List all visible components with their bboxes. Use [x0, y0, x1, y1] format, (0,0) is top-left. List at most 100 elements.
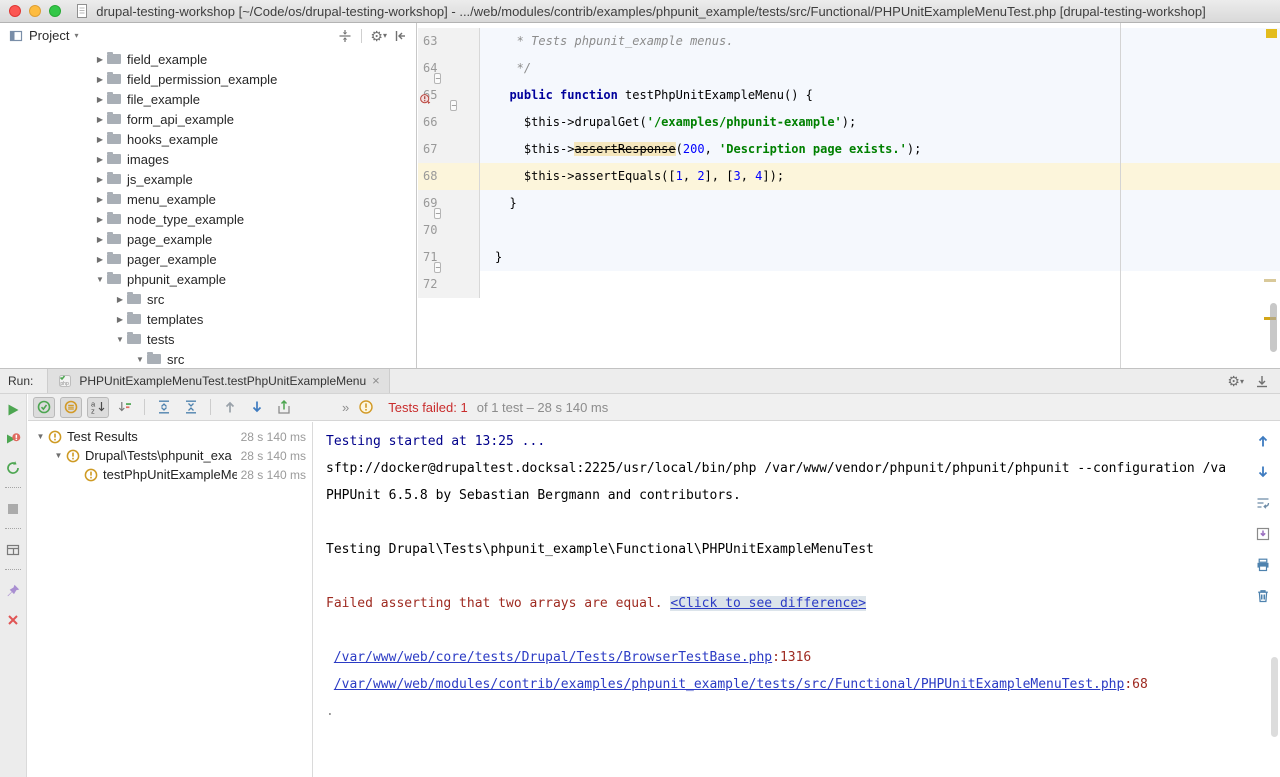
chevron-right-icon[interactable]: ▶: [93, 155, 107, 164]
tree-item-field_example[interactable]: ▶field_example: [0, 49, 415, 69]
soft-wrap-button[interactable]: [1252, 492, 1274, 513]
rerun-button[interactable]: [2, 399, 24, 420]
gutter-line-number[interactable]: 68: [418, 163, 480, 190]
editor-line-64[interactable]: 64− */: [418, 55, 1280, 82]
gutter-line-number[interactable]: 72: [418, 271, 480, 298]
chevron-right-icon[interactable]: ▶: [113, 295, 127, 304]
console-hyperlink[interactable]: /var/www/web/core/tests/Drupal/Tests/Bro…: [334, 650, 772, 665]
show-ignored-button[interactable]: [60, 397, 82, 418]
chevron-right-icon[interactable]: ▶: [93, 235, 107, 244]
gutter-line-number[interactable]: 63: [418, 28, 480, 55]
chevron-right-icon[interactable]: ▶: [93, 135, 107, 144]
show-passed-button[interactable]: [33, 397, 55, 418]
chevron-down-icon[interactable]: ▼: [52, 451, 65, 460]
rerun-failed-button[interactable]: [2, 428, 24, 449]
chevron-down-icon[interactable]: ▼: [133, 355, 147, 364]
next-occurrence-button[interactable]: [246, 397, 268, 418]
fold-marker-icon[interactable]: −: [434, 262, 441, 273]
chevron-right-icon[interactable]: ▶: [93, 175, 107, 184]
editor-line-68[interactable]: 68 $this->assertEquals([1, 2], [3, 4]);: [418, 163, 1280, 190]
sort-alphabetically-button[interactable]: az: [87, 397, 109, 418]
up-button[interactable]: [1252, 430, 1274, 451]
tree-item-templates[interactable]: ▶templates: [0, 309, 415, 329]
editor-line-70[interactable]: 70: [418, 217, 1280, 244]
test-tree-item[interactable]: testPhpUnitExampleMe28 s 140 ms: [28, 465, 312, 484]
chevron-down-icon[interactable]: ▼: [34, 432, 47, 441]
console-hyperlink[interactable]: <Click to see difference>: [670, 596, 866, 611]
tree-item-field_permission_example[interactable]: ▶field_permission_example: [0, 69, 415, 89]
editor-line-67[interactable]: 67 $this->assertResponse(200, 'Descripti…: [418, 136, 1280, 163]
test-failed-gutter-icon[interactable]: [419, 93, 435, 109]
close-tab-icon[interactable]: ×: [372, 375, 380, 387]
scroll-to-end-button[interactable]: [1252, 523, 1274, 544]
gutter-line-number[interactable]: 66: [418, 109, 480, 136]
editor-line-63[interactable]: 63 * Tests phpunit_example menus.: [418, 28, 1280, 55]
fold-marker-icon[interactable]: −: [434, 208, 441, 219]
tree-item-phpunit_example[interactable]: ▼phpunit_example: [0, 269, 415, 289]
editor-scrollbar[interactable]: [1270, 303, 1277, 352]
chevron-right-icon[interactable]: ▶: [93, 55, 107, 64]
tree-item-menu_example[interactable]: ▶menu_example: [0, 189, 415, 209]
error-stripe-indicator[interactable]: [1266, 29, 1277, 38]
test-tree-item[interactable]: ▼Test Results28 s 140 ms: [28, 427, 312, 446]
chevron-down-icon[interactable]: ▼: [113, 335, 127, 344]
tree-item-src[interactable]: ▼src: [0, 349, 415, 368]
toggle-auto-test-button[interactable]: [2, 457, 24, 478]
restore-layout-button[interactable]: [2, 539, 24, 560]
hide-panel-button[interactable]: [392, 28, 408, 44]
chevron-right-icon[interactable]: ▶: [93, 115, 107, 124]
tree-item-form_api_example[interactable]: ▶form_api_example: [0, 109, 415, 129]
chevron-right-icon[interactable]: ▶: [93, 75, 107, 84]
chevron-right-icon[interactable]: ▶: [93, 255, 107, 264]
project-panel-title[interactable]: Project: [29, 28, 69, 43]
chevron-right-icon[interactable]: ▶: [113, 315, 127, 324]
pin-button[interactable]: [2, 580, 24, 601]
fold-marker-icon[interactable]: −: [434, 73, 441, 84]
run-tab[interactable]: php PHPUnitExampleMenuTest.testPhpUnitEx…: [47, 369, 389, 393]
tree-item-page_example[interactable]: ▶page_example: [0, 229, 415, 249]
run-settings-button[interactable]: ⚙▾: [1227, 374, 1244, 388]
gutter-line-number[interactable]: 64−: [418, 55, 480, 82]
gutter-line-number[interactable]: 70: [418, 217, 480, 244]
print-button[interactable]: [1252, 554, 1274, 575]
hidden-toolbar-chevrons[interactable]: »: [342, 400, 350, 415]
tree-item-js_example[interactable]: ▶js_example: [0, 169, 415, 189]
compress-entries-button[interactable]: [337, 28, 353, 44]
tree-item-node_type_example[interactable]: ▶node_type_example: [0, 209, 415, 229]
chevron-right-icon[interactable]: ▶: [93, 215, 107, 224]
expand-all-button[interactable]: [153, 397, 175, 418]
chevron-right-icon[interactable]: ▶: [93, 95, 107, 104]
zoom-window-button[interactable]: [49, 5, 61, 17]
tree-item-tests[interactable]: ▼tests: [0, 329, 415, 349]
test-tree-item[interactable]: ▼Drupal\Tests\phpunit_exa28 s 140 ms: [28, 446, 312, 465]
tree-item-src[interactable]: ▶src: [0, 289, 415, 309]
tree-item-pager_example[interactable]: ▶pager_example: [0, 249, 415, 269]
chevron-down-icon[interactable]: ▾: [74, 31, 78, 40]
console-scrollbar[interactable]: [1271, 657, 1278, 737]
editor-line-66[interactable]: 66 $this->drupalGet('/examples/phpunit-e…: [418, 109, 1280, 136]
tree-item-hooks_example[interactable]: ▶hooks_example: [0, 129, 415, 149]
gutter-line-number[interactable]: 67: [418, 136, 480, 163]
minimize-window-button[interactable]: [29, 5, 41, 17]
editor-line-69[interactable]: 69− }: [418, 190, 1280, 217]
tree-item-file_example[interactable]: ▶file_example: [0, 89, 415, 109]
close-button[interactable]: [2, 609, 24, 630]
test-console[interactable]: Testing started at 13:25 ...sftp://docke…: [314, 422, 1280, 777]
code-editor[interactable]: 63 * Tests phpunit_example menus.64− */6…: [418, 23, 1280, 368]
clear-button[interactable]: [1252, 585, 1274, 606]
collapse-all-button[interactable]: [180, 397, 202, 418]
gutter-line-number[interactable]: 69−: [418, 190, 480, 217]
editor-line-72[interactable]: 72: [418, 271, 1280, 298]
tree-item-images[interactable]: ▶images: [0, 149, 415, 169]
previous-occurrence-button[interactable]: [219, 397, 241, 418]
gutter-line-number[interactable]: 71−: [418, 244, 480, 271]
chevron-right-icon[interactable]: ▶: [93, 195, 107, 204]
console-hyperlink[interactable]: /var/www/web/modules/contrib/examples/ph…: [334, 677, 1125, 692]
editor-line-65[interactable]: 65− public function testPhpUnitExampleMe…: [418, 82, 1280, 109]
down-button[interactable]: [1252, 461, 1274, 482]
sort-by-duration-button[interactable]: [114, 397, 136, 418]
warning-stripe-mark[interactable]: [1264, 279, 1276, 282]
chevron-down-icon[interactable]: ▼: [93, 275, 107, 284]
hide-bottom-panel-button[interactable]: [1254, 373, 1270, 389]
import-test-results-button[interactable]: [273, 397, 295, 418]
